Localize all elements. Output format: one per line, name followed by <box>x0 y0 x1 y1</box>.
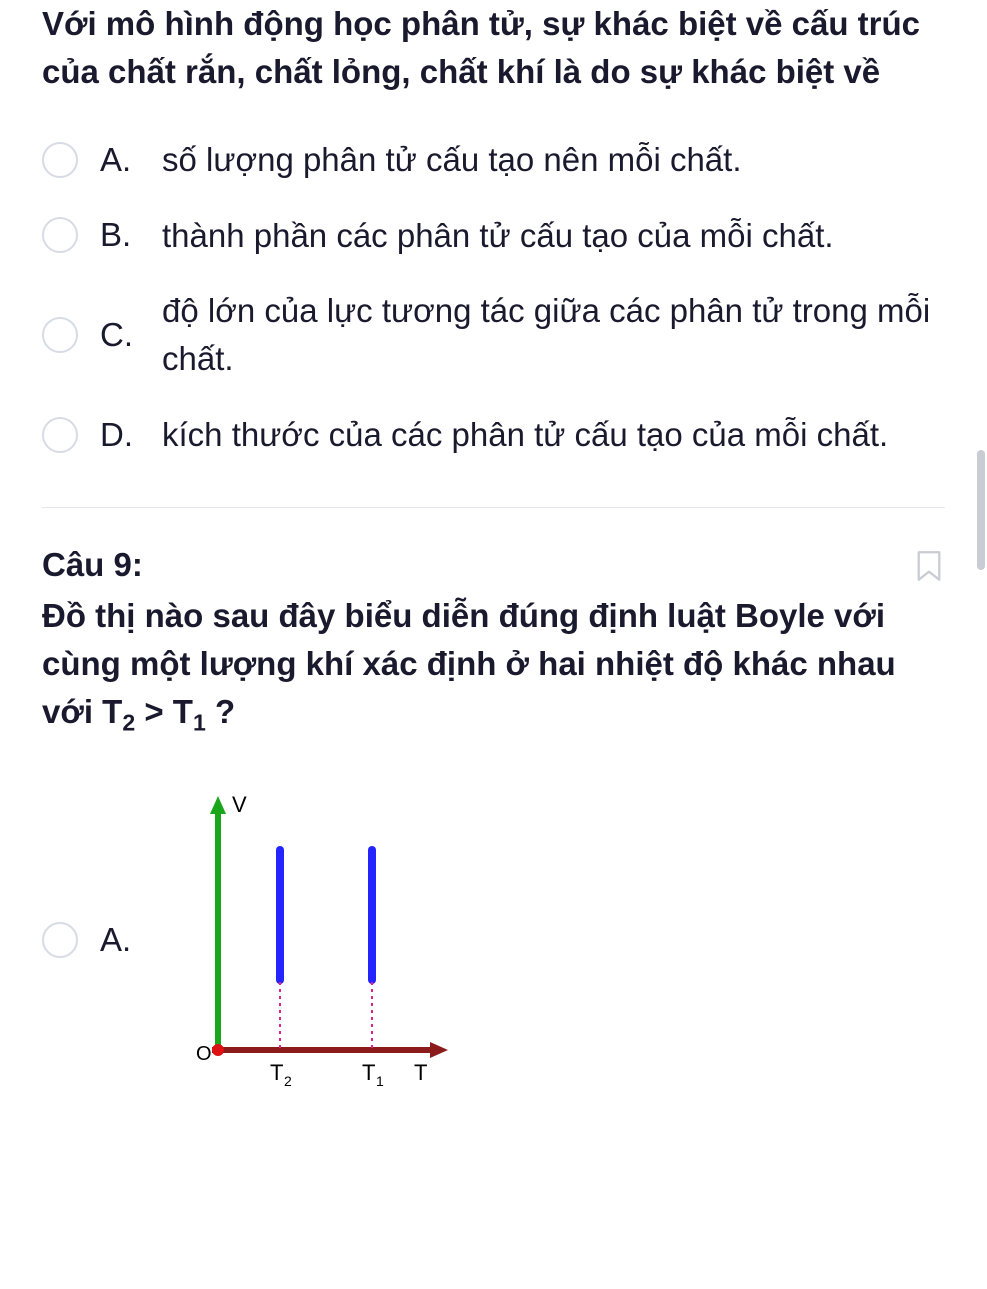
radio-b[interactable] <box>42 217 78 253</box>
radio-c[interactable] <box>42 317 78 353</box>
option-letter: A. <box>100 921 140 959</box>
option-b[interactable]: B. thành phần các phân tử cấu tạo của mỗ… <box>42 212 945 260</box>
radio-d[interactable] <box>42 417 78 453</box>
origin-label: O <box>196 1043 212 1065</box>
question-divider <box>42 507 945 508</box>
scrollbar-thumb[interactable] <box>977 450 985 570</box>
question-9-number: Câu 9: <box>42 546 143 584</box>
svg-text:1: 1 <box>376 1073 384 1089</box>
question-8-options: A. số lượng phân tử cấu tạo nên mỗi chất… <box>42 136 945 459</box>
tick-t1: T <box>362 1060 375 1085</box>
option-text: độ lớn của lực tương tác giữa các phân t… <box>162 287 945 383</box>
option-letter: C. <box>100 316 140 354</box>
radio-a[interactable] <box>42 142 78 178</box>
option-c[interactable]: C. độ lớn của lực tương tác giữa các phâ… <box>42 287 945 383</box>
svg-text:2: 2 <box>284 1073 292 1089</box>
bookmark-icon[interactable] <box>915 550 945 584</box>
option-text: thành phần các phân tử cấu tạo của mỗi c… <box>162 212 834 260</box>
option-a-q9[interactable]: A. V O T 2 T <box>42 790 945 1090</box>
tick-t2: T <box>270 1060 283 1085</box>
axis-label-t: T <box>414 1060 427 1085</box>
question-8-stem: Với mô hình động học phân tử, sự khác bi… <box>42 0 945 96</box>
graph-a: V O T 2 T 1 T <box>182 790 462 1090</box>
option-letter: A. <box>100 141 140 179</box>
radio-a-q9[interactable] <box>42 922 78 958</box>
option-letter: D. <box>100 416 140 454</box>
option-d[interactable]: D. kích thước của các phân tử cấu tạo củ… <box>42 411 945 459</box>
option-text: số lượng phân tử cấu tạo nên mỗi chất. <box>162 136 742 184</box>
option-letter: B. <box>100 216 140 254</box>
question-9-stem: Đồ thị nào sau đây biểu diễn đúng định l… <box>42 592 945 740</box>
option-text: kích thước của các phân tử cấu tạo của m… <box>162 411 888 459</box>
axis-label-v: V <box>232 792 247 817</box>
option-a[interactable]: A. số lượng phân tử cấu tạo nên mỗi chất… <box>42 136 945 184</box>
